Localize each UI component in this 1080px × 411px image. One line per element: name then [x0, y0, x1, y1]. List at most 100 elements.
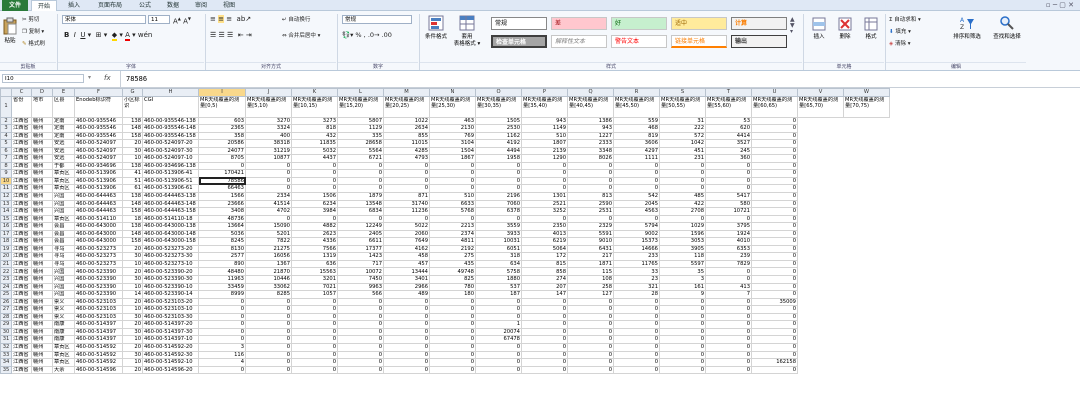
cell[interactable]: 460-00-935546-148 — [142, 124, 199, 133]
cell[interactable]: 460-00-935546 — [74, 131, 123, 141]
cell[interactable]: 13548 — [337, 199, 384, 209]
cell[interactable]: 0 — [291, 335, 338, 344]
cell[interactable]: 2405 — [337, 229, 384, 239]
cell[interactable]: 460-00-643000-158 — [142, 237, 199, 246]
column-header-l[interactable]: L — [337, 88, 384, 97]
cell[interactable]: 0 — [521, 342, 568, 352]
cell[interactable]: 南康 — [52, 335, 75, 344]
column-title-cell[interactable]: Enodeb标识符 — [74, 95, 123, 118]
cell[interactable]: 赣州 — [31, 358, 53, 367]
cell[interactable]: 48736 — [198, 214, 246, 224]
cell[interactable]: 5768 — [429, 207, 476, 216]
cell[interactable]: 4285 — [383, 146, 430, 156]
cell[interactable]: 5794 — [613, 222, 660, 231]
cell[interactable]: 江西省 — [11, 192, 32, 201]
format-painter-button[interactable]: ✎ 格式刷 — [22, 40, 45, 48]
cell[interactable]: 138 — [122, 116, 143, 126]
cell[interactable]: 468 — [613, 124, 660, 133]
cell[interactable]: 11963 — [198, 275, 246, 284]
cell[interactable]: 寻乌 — [52, 259, 75, 269]
cell[interactable]: 10 — [122, 358, 143, 367]
cell[interactable]: 6721 — [337, 154, 384, 163]
cell[interactable]: 0 — [567, 327, 614, 337]
cell[interactable]: 0 — [751, 169, 798, 178]
cell[interactable]: 0 — [245, 312, 292, 322]
cell[interactable]: 4010 — [705, 237, 752, 246]
cell[interactable]: 0 — [751, 124, 798, 133]
cell[interactable]: 1506 — [291, 192, 338, 201]
cell[interactable]: 江西省 — [11, 305, 32, 314]
column-header-e[interactable]: E — [52, 88, 75, 97]
cell[interactable]: 1162 — [475, 131, 522, 141]
cell[interactable]: 258 — [567, 282, 614, 292]
cell[interactable]: 江西省 — [11, 275, 32, 284]
cell[interactable]: 0 — [751, 184, 798, 193]
cell[interactable]: 0 — [291, 184, 338, 193]
cell[interactable]: 1807 — [521, 139, 568, 148]
cell[interactable]: 138 — [122, 161, 143, 171]
cell[interactable]: 0 — [521, 358, 568, 367]
cell[interactable]: 0 — [659, 327, 706, 337]
cell[interactable]: 5591 — [567, 229, 614, 239]
row-header[interactable]: 19 — [0, 244, 12, 254]
cell[interactable]: 460-00-513906 — [74, 169, 123, 178]
cell[interactable]: 0 — [291, 161, 338, 171]
cell[interactable]: 360 — [705, 154, 752, 163]
cell[interactable]: 3401 — [383, 275, 430, 284]
cell[interactable]: 赣州 — [31, 116, 53, 126]
cell[interactable]: 江西省 — [11, 327, 32, 337]
row-header[interactable]: 20 — [0, 252, 12, 261]
cell[interactable]: 460-00-524097-10 — [142, 154, 199, 163]
cell[interactable]: 0 — [383, 161, 430, 171]
column-title-cell[interactable]: 区县 — [52, 95, 75, 118]
cell[interactable]: 1566 — [198, 192, 246, 201]
cell[interactable]: 寻乌 — [52, 252, 75, 261]
cell[interactable]: 0 — [429, 312, 476, 322]
cell[interactable]: 20 — [122, 267, 143, 277]
cell[interactable]: 0 — [751, 146, 798, 156]
style-neutral[interactable]: 适中 — [671, 17, 727, 30]
cell[interactable]: 0 — [475, 358, 522, 367]
column-title-cell[interactable]: 地市 — [31, 95, 53, 118]
cell[interactable]: 460-00-523103-10 — [142, 305, 199, 314]
cell[interactable]: 0 — [429, 358, 476, 367]
cell[interactable]: 1879 — [337, 192, 384, 201]
cell[interactable]: 0 — [659, 176, 706, 186]
cell[interactable]: 274 — [521, 275, 568, 284]
cell[interactable]: 943 — [521, 116, 568, 126]
cell[interactable]: 1319 — [291, 252, 338, 261]
cell[interactable]: 458 — [383, 252, 430, 261]
cell[interactable]: 38318 — [245, 139, 292, 148]
cell[interactable]: 127 — [567, 290, 614, 299]
cell[interactable]: 7649 — [383, 237, 430, 246]
column-title-cell[interactable]: MR天线覆盖的测量[50,55) — [659, 95, 706, 118]
row-header[interactable]: 30 — [0, 327, 12, 337]
column-title-cell[interactable]: MR天线覆盖的测量[10,15) — [291, 95, 338, 118]
cell[interactable]: 赣州 — [31, 139, 53, 148]
cell[interactable]: 4437 — [291, 154, 338, 163]
cell[interactable]: 460-00-523273 — [74, 252, 123, 261]
cell[interactable]: 赣州 — [31, 252, 53, 261]
cell[interactable]: 147 — [521, 290, 568, 299]
cell[interactable]: 170421 — [198, 169, 246, 178]
cell[interactable]: 0 — [613, 176, 660, 186]
cell[interactable]: 537 — [475, 282, 522, 292]
cell[interactable]: 0 — [751, 290, 798, 299]
cell[interactable]: 460-00-523273 — [74, 244, 123, 254]
cell[interactable]: 0 — [751, 312, 798, 322]
cell[interactable]: 2329 — [567, 222, 614, 231]
cell[interactable]: 10 — [122, 282, 143, 292]
cell[interactable]: 9002 — [613, 229, 660, 239]
cell[interactable]: 0 — [659, 312, 706, 322]
cell[interactable]: 460-00-643000-148 — [142, 229, 199, 239]
cell[interactable]: 0 — [567, 312, 614, 322]
cell[interactable]: 460-00-524097 — [74, 154, 123, 163]
cell[interactable]: 2374 — [429, 229, 476, 239]
cell[interactable]: 0 — [751, 320, 798, 329]
cell[interactable]: 460-00-523273-30 — [142, 252, 199, 261]
cell[interactable]: 0 — [751, 237, 798, 246]
row-header[interactable]: 7 — [0, 154, 12, 163]
cell[interactable]: 0 — [245, 161, 292, 171]
cell[interactable]: 580 — [705, 199, 752, 209]
cell[interactable]: 2139 — [521, 146, 568, 156]
